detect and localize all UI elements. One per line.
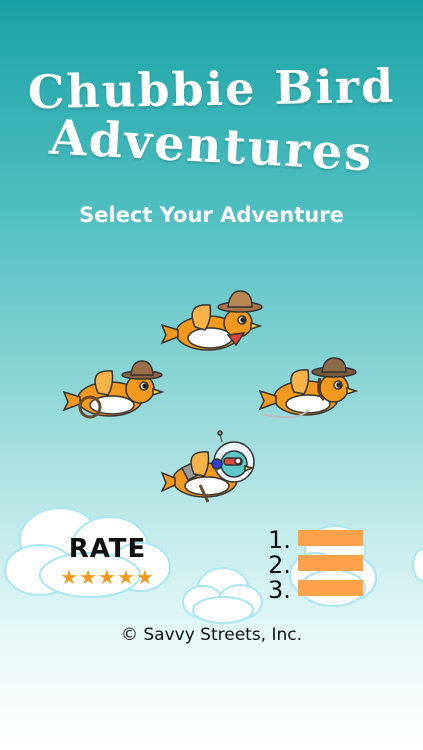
leaderboard-button[interactable]: 1. 2. 3.	[268, 526, 378, 606]
rank-number-2: 2.	[268, 551, 291, 579]
select-adventure-heading: Select Your Adventure	[79, 203, 344, 227]
copyright-text: © Savvy Streets, Inc.	[120, 625, 303, 645]
leaderboard-bar-3	[298, 580, 363, 596]
cloud-edge-right	[412, 548, 423, 582]
rank-number-1: 1.	[268, 526, 291, 554]
rate-label: RATE	[68, 534, 147, 564]
rating-stars-icon: ★★★★★	[60, 565, 155, 589]
rate-button[interactable]: RATE ★★★★★	[50, 534, 165, 594]
pirate-bird-button[interactable]	[258, 352, 363, 424]
astronaut-bird-button[interactable]	[160, 430, 260, 505]
game-title-line2: Adventures	[48, 109, 375, 183]
cloud-middle	[182, 567, 263, 624]
explorer-bird-button[interactable]	[60, 355, 165, 425]
leaderboard-bar-2	[298, 555, 363, 571]
cowboy-bird-button[interactable]	[160, 285, 265, 360]
leaderboard-bar-1	[298, 530, 363, 546]
rank-number-3: 3.	[268, 576, 291, 604]
